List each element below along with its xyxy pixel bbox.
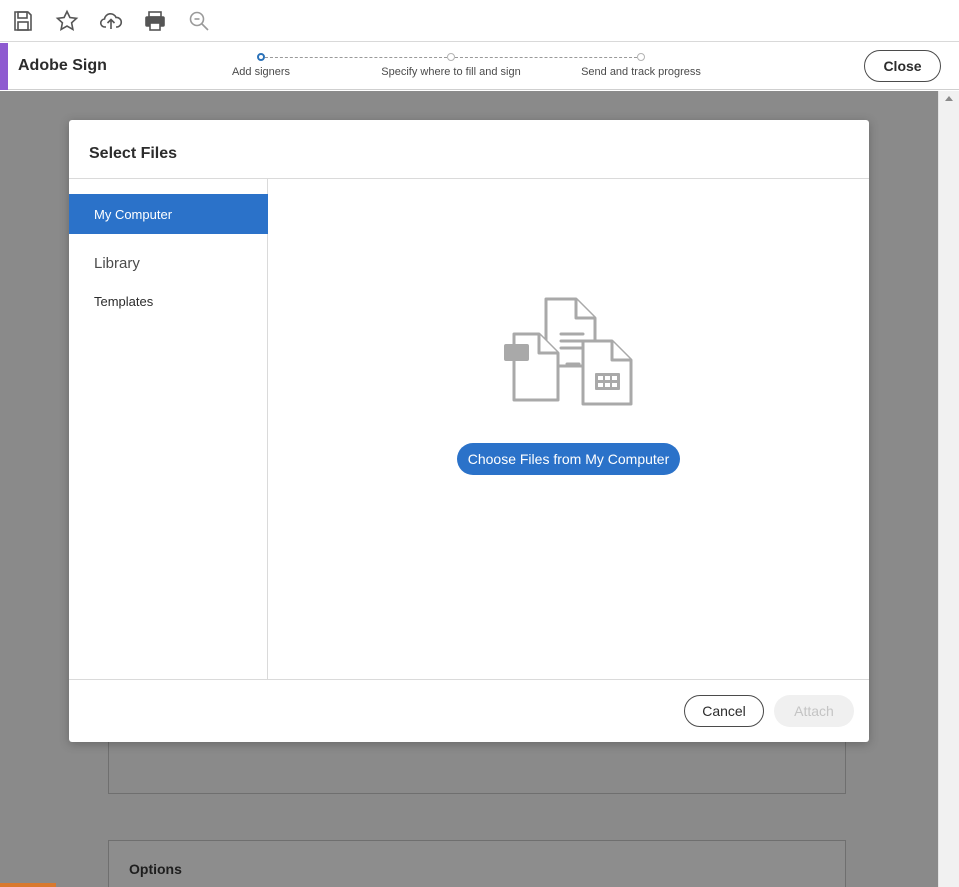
header-accent-bar [0,43,8,90]
source-sidebar: My Computer Library Templates [69,179,268,679]
multiple-files-icon [504,297,633,406]
step-connector [455,57,637,58]
step-dot-send [637,53,645,61]
star-icon[interactable] [54,8,80,34]
step-label-add-signers: Add signers [231,66,291,78]
choose-files-button[interactable]: Choose Files from My Computer [457,443,680,475]
attach-button[interactable]: Attach [774,695,854,727]
print-icon[interactable] [142,8,168,34]
cancel-button[interactable]: Cancel [684,695,764,727]
app-toolbar [0,0,959,42]
sign-header: Adobe Sign Add signers Specify where to … [0,43,959,90]
close-button[interactable]: Close [864,50,941,82]
sidebar-item-library[interactable]: Library [69,249,268,277]
step-dot-specify [447,53,455,61]
sidebar-item-my-computer[interactable]: My Computer [69,194,268,234]
step-connector [265,57,447,58]
divider [69,679,869,680]
sidebar-item-templates[interactable]: Templates [69,289,268,313]
step-dot-add-signers [257,53,265,61]
app-title: Adobe Sign [18,57,107,74]
select-files-dialog: Select Files My Computer Library Templat… [69,120,869,742]
options-panel: Options [108,840,846,887]
step-label-send: Send and track progress [581,66,701,78]
scroll-up-icon[interactable] [945,96,953,101]
taskbar-accent [0,883,56,887]
dialog-title: Select Files [89,145,178,162]
upload-cloud-icon[interactable] [98,8,124,34]
vertical-scrollbar[interactable] [938,91,959,887]
file-drop-area[interactable]: Choose Files from My Computer [269,179,869,679]
step-label-specify: Specify where to fill and sign [381,66,521,78]
save-icon[interactable] [10,8,36,34]
options-heading: Options [129,861,182,877]
zoom-icon[interactable] [186,8,212,34]
background-panel [108,741,846,794]
